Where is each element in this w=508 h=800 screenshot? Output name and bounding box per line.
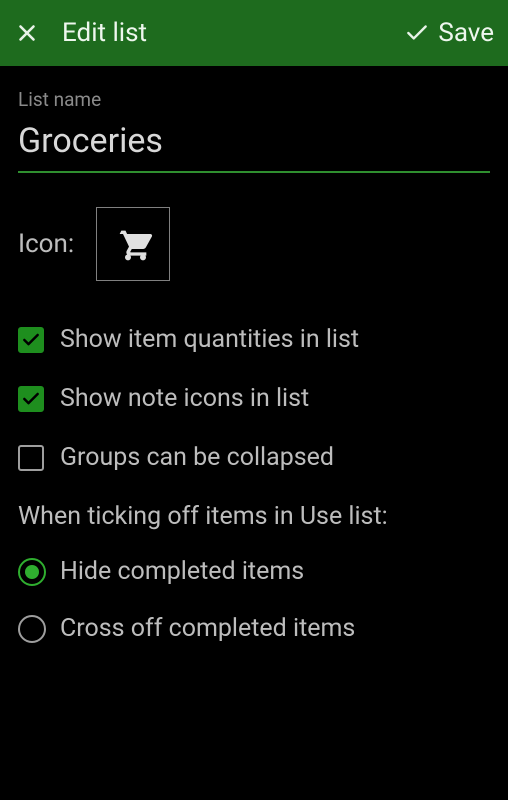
icon-label: Icon: [18,229,74,259]
close-button[interactable] [14,20,40,46]
option-show-note-icons[interactable]: Show note icons in list [18,384,490,413]
option-show-quantities[interactable]: Show item quantities in list [18,325,490,354]
radio-label: Cross off completed items [60,614,355,643]
save-label: Save [438,18,494,48]
content: List name Icon: Show item quantities in … [0,66,508,687]
radio [18,615,46,643]
options-section: Show item quantities in list Show note i… [18,325,490,472]
icon-picker[interactable] [96,207,170,281]
checkbox [18,327,44,353]
option-label: Show note icons in list [60,384,309,413]
save-button[interactable]: Save [404,18,494,48]
close-icon [14,20,40,46]
option-label: Show item quantities in list [60,325,359,354]
radio [18,558,46,586]
tick-section-heading: When ticking off items in Use list: [18,502,490,531]
checkbox [18,386,44,412]
radio-hide-completed[interactable]: Hide completed items [18,557,490,586]
radio-cross-completed[interactable]: Cross off completed items [18,614,490,643]
list-name-input[interactable] [18,119,490,173]
option-collapsible-groups[interactable]: Groups can be collapsed [18,443,490,472]
list-name-label: List name [18,88,490,111]
checkbox [18,445,44,471]
check-icon [404,20,430,46]
header-title: Edit list [62,18,147,48]
cart-icon [113,224,153,264]
icon-row: Icon: [18,207,490,281]
app-header: Edit list Save [0,0,508,66]
option-label: Groups can be collapsed [60,443,334,472]
radio-label: Hide completed items [60,557,304,586]
